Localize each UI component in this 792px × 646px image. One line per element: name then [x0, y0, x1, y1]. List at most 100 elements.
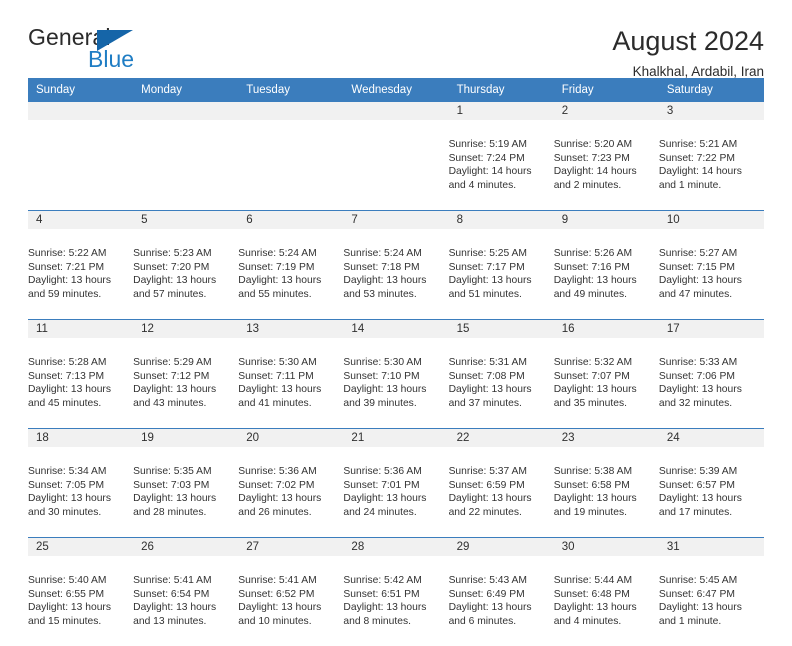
day-details: Sunrise: 5:32 AMSunset: 7:07 PMDaylight:… [554, 340, 659, 426]
daylight-text-line2: and 4 minutes. [449, 179, 554, 193]
day-cell[interactable]: 11Sunrise: 5:28 AMSunset: 7:13 PMDayligh… [28, 320, 133, 429]
day-cell[interactable]: 18Sunrise: 5:34 AMSunset: 7:05 PMDayligh… [28, 429, 133, 538]
sunrise-text: Sunrise: 5:24 AM [238, 247, 343, 261]
sunrise-text: Sunrise: 5:31 AM [449, 356, 554, 370]
day-cell[interactable]: 15Sunrise: 5:31 AMSunset: 7:08 PMDayligh… [449, 320, 554, 429]
day-cell[interactable]: 6Sunrise: 5:24 AMSunset: 7:19 PMDaylight… [238, 211, 343, 320]
day-cell[interactable] [343, 102, 448, 211]
day-number: 15 [449, 320, 554, 338]
day-cell[interactable]: 26Sunrise: 5:41 AMSunset: 6:54 PMDayligh… [133, 538, 238, 646]
weekday-header-monday: Monday [133, 78, 238, 102]
day-cell[interactable] [133, 102, 238, 211]
daylight-text-line1: Daylight: 13 hours [659, 383, 764, 397]
sunrise-text: Sunrise: 5:21 AM [659, 138, 764, 152]
sunrise-text: Sunrise: 5:29 AM [133, 356, 238, 370]
daylight-text-line2: and 53 minutes. [343, 288, 448, 302]
day-cell[interactable]: 10Sunrise: 5:27 AMSunset: 7:15 PMDayligh… [659, 211, 764, 320]
sunrise-text: Sunrise: 5:27 AM [659, 247, 764, 261]
day-cell[interactable]: 14Sunrise: 5:30 AMSunset: 7:10 PMDayligh… [343, 320, 448, 429]
sunrise-text: Sunrise: 5:19 AM [449, 138, 554, 152]
sunrise-text: Sunrise: 5:37 AM [449, 465, 554, 479]
day-cell[interactable]: 29Sunrise: 5:43 AMSunset: 6:49 PMDayligh… [449, 538, 554, 646]
daylight-text-line1: Daylight: 13 hours [554, 492, 659, 506]
day-details: Sunrise: 5:45 AMSunset: 6:47 PMDaylight:… [659, 558, 764, 644]
day-cell[interactable]: 23Sunrise: 5:38 AMSunset: 6:58 PMDayligh… [554, 429, 659, 538]
daylight-text-line2: and 1 minute. [659, 615, 764, 629]
calendar-week-row: 4Sunrise: 5:22 AMSunset: 7:21 PMDaylight… [28, 211, 764, 320]
day-number [133, 102, 238, 120]
sunset-text: Sunset: 6:58 PM [554, 479, 659, 493]
daylight-text-line2: and 55 minutes. [238, 288, 343, 302]
day-details: Sunrise: 5:21 AMSunset: 7:22 PMDaylight:… [659, 122, 764, 208]
day-cell[interactable]: 2Sunrise: 5:20 AMSunset: 7:23 PMDaylight… [554, 102, 659, 211]
day-cell[interactable]: 21Sunrise: 5:36 AMSunset: 7:01 PMDayligh… [343, 429, 448, 538]
day-details: Sunrise: 5:25 AMSunset: 7:17 PMDaylight:… [449, 231, 554, 317]
daylight-text-line1: Daylight: 13 hours [133, 274, 238, 288]
sunset-text: Sunset: 7:24 PM [449, 152, 554, 166]
day-number: 9 [554, 211, 659, 229]
daylight-text-line1: Daylight: 13 hours [449, 601, 554, 615]
calendar-page: General Blue August 2024 Khalkhal, Ardab… [0, 0, 792, 612]
day-details: Sunrise: 5:27 AMSunset: 7:15 PMDaylight:… [659, 231, 764, 317]
day-cell[interactable]: 8Sunrise: 5:25 AMSunset: 7:17 PMDaylight… [449, 211, 554, 320]
sunrise-text: Sunrise: 5:38 AM [554, 465, 659, 479]
day-cell[interactable] [238, 102, 343, 211]
day-number: 4 [28, 211, 133, 229]
daylight-text-line1: Daylight: 13 hours [238, 274, 343, 288]
day-cell[interactable]: 3 Sunrise: 5:21 AMSunset: 7:22 PMDaylight… [659, 102, 764, 211]
sunrise-text: Sunrise: 5:43 AM [449, 574, 554, 588]
daylight-text-line2: and 13 minutes. [133, 615, 238, 629]
daylight-text-line2: and 39 minutes. [343, 397, 448, 411]
daylight-text-line1: Daylight: 13 hours [554, 274, 659, 288]
sunset-text: Sunset: 7:23 PM [554, 152, 659, 166]
day-number: 3 [659, 102, 764, 120]
daylight-text-line2: and 49 minutes. [554, 288, 659, 302]
sunrise-text: Sunrise: 5:25 AM [449, 247, 554, 261]
daylight-text-line1: Daylight: 13 hours [133, 492, 238, 506]
day-cell[interactable]: 1Sunrise: 5:19 AMSunset: 7:24 PMDaylight… [449, 102, 554, 211]
day-cell[interactable]: 5Sunrise: 5:23 AMSunset: 7:20 PMDaylight… [133, 211, 238, 320]
day-cell[interactable]: 16Sunrise: 5:32 AMSunset: 7:07 PMDayligh… [554, 320, 659, 429]
daylight-text-line1: Daylight: 13 hours [343, 492, 448, 506]
sunset-text: Sunset: 6:55 PM [28, 588, 133, 602]
day-cell[interactable]: 25Sunrise: 5:40 AMSunset: 6:55 PMDayligh… [28, 538, 133, 646]
sunrise-text: Sunrise: 5:20 AM [554, 138, 659, 152]
day-cell[interactable]: 27Sunrise: 5:41 AMSunset: 6:52 PMDayligh… [238, 538, 343, 646]
daylight-text-line1: Daylight: 13 hours [343, 601, 448, 615]
day-cell[interactable]: 22Sunrise: 5:37 AMSunset: 6:59 PMDayligh… [449, 429, 554, 538]
weekday-header-sunday: Sunday [28, 78, 133, 102]
day-details: Sunrise: 5:30 AMSunset: 7:10 PMDaylight:… [343, 340, 448, 426]
day-cell[interactable]: 31Sunrise: 5:45 AMSunset: 6:47 PMDayligh… [659, 538, 764, 646]
brand-logo[interactable]: General Blue [28, 26, 178, 76]
daylight-text-line1: Daylight: 13 hours [238, 492, 343, 506]
day-number: 21 [343, 429, 448, 447]
day-number: 19 [133, 429, 238, 447]
day-cell[interactable]: 17Sunrise: 5:33 AMSunset: 7:06 PMDayligh… [659, 320, 764, 429]
sunset-text: Sunset: 7:03 PM [133, 479, 238, 493]
day-details: Sunrise: 5:30 AMSunset: 7:11 PMDaylight:… [238, 340, 343, 426]
page-subtitle-location: Khalkhal, Ardabil, Iran [612, 64, 764, 79]
daylight-text-line2: and 15 minutes. [28, 615, 133, 629]
day-number: 17 [659, 320, 764, 338]
day-cell[interactable]: 20Sunrise: 5:36 AMSunset: 7:02 PMDayligh… [238, 429, 343, 538]
day-number: 7 [343, 211, 448, 229]
sunset-text: Sunset: 7:07 PM [554, 370, 659, 384]
day-cell[interactable]: 12Sunrise: 5:29 AMSunset: 7:12 PMDayligh… [133, 320, 238, 429]
daylight-text-line2: and 30 minutes. [28, 506, 133, 520]
daylight-text-line1: Daylight: 13 hours [133, 601, 238, 615]
day-cell[interactable]: 7Sunrise: 5:24 AMSunset: 7:18 PMDaylight… [343, 211, 448, 320]
day-cell[interactable] [28, 102, 133, 211]
day-cell[interactable]: 24Sunrise: 5:39 AMSunset: 6:57 PMDayligh… [659, 429, 764, 538]
day-cell[interactable]: 13Sunrise: 5:30 AMSunset: 7:11 PMDayligh… [238, 320, 343, 429]
sunset-text: Sunset: 6:52 PM [238, 588, 343, 602]
sunset-text: Sunset: 7:13 PM [28, 370, 133, 384]
sunrise-text: Sunrise: 5:41 AM [238, 574, 343, 588]
day-cell[interactable]: 4Sunrise: 5:22 AMSunset: 7:21 PMDaylight… [28, 211, 133, 320]
day-cell[interactable]: 30Sunrise: 5:44 AMSunset: 6:48 PMDayligh… [554, 538, 659, 646]
sunset-text: Sunset: 6:51 PM [343, 588, 448, 602]
day-cell[interactable]: 28Sunrise: 5:42 AMSunset: 6:51 PMDayligh… [343, 538, 448, 646]
day-cell[interactable]: 9Sunrise: 5:26 AMSunset: 7:16 PMDaylight… [554, 211, 659, 320]
daylight-text-line1: Daylight: 14 hours [554, 165, 659, 179]
day-cell[interactable]: 19Sunrise: 5:35 AMSunset: 7:03 PMDayligh… [133, 429, 238, 538]
weekday-header-friday: Friday [554, 78, 659, 102]
